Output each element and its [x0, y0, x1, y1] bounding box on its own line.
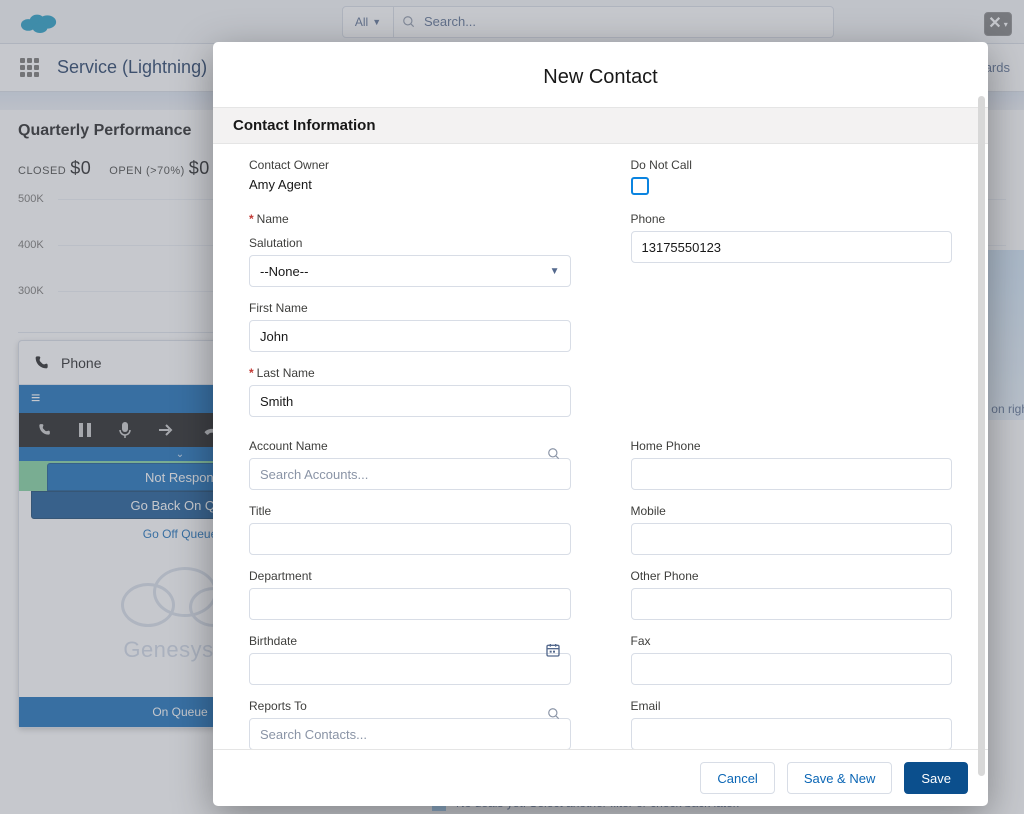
- label-birthdate: Birthdate: [249, 634, 571, 648]
- label-salutation: Salutation: [249, 236, 571, 250]
- label-first-name: First Name: [249, 301, 571, 315]
- label-mobile: Mobile: [631, 504, 953, 518]
- label-contact-owner: Contact Owner: [249, 158, 571, 172]
- label-other-phone: Other Phone: [631, 569, 953, 583]
- email-input[interactable]: [631, 718, 953, 749]
- label-do-not-call: Do Not Call: [631, 158, 953, 172]
- value-contact-owner: Amy Agent: [249, 177, 571, 192]
- section-contact-information: Contact Information: [213, 107, 988, 144]
- title-input[interactable]: [249, 523, 571, 555]
- label-account-name: Account Name: [249, 439, 571, 453]
- contact-form: Contact Owner Amy Agent Do Not Call Name: [213, 144, 988, 749]
- save-and-new-button[interactable]: Save & New: [787, 762, 893, 794]
- salutation-value: --None--: [260, 264, 308, 279]
- modal-footer: Cancel Save & New Save: [213, 749, 988, 806]
- mobile-input[interactable]: [631, 523, 953, 555]
- label-department: Department: [249, 569, 571, 583]
- modal-title: New Contact: [213, 42, 988, 107]
- label-home-phone: Home Phone: [631, 439, 953, 453]
- salutation-select[interactable]: --None-- ▼: [249, 255, 571, 287]
- fax-input[interactable]: [631, 653, 953, 685]
- save-button[interactable]: Save: [904, 762, 968, 794]
- label-email: Email: [631, 699, 953, 713]
- first-name-input[interactable]: [249, 320, 571, 352]
- birthdate-input[interactable]: [249, 653, 571, 685]
- label-phone: Phone: [631, 212, 953, 226]
- new-contact-modal: New Contact Contact Information Contact …: [213, 42, 988, 806]
- label-name: Name: [249, 212, 571, 226]
- cancel-button[interactable]: Cancel: [700, 762, 774, 794]
- account-lookup-input[interactable]: [249, 458, 571, 490]
- label-reports-to: Reports To: [249, 699, 571, 713]
- home-phone-input[interactable]: [631, 458, 953, 490]
- phone-input[interactable]: [631, 231, 953, 263]
- modal-scrollbar[interactable]: [978, 96, 985, 776]
- search-icon: [547, 447, 561, 461]
- calendar-icon[interactable]: [545, 642, 561, 658]
- other-phone-input[interactable]: [631, 588, 953, 620]
- last-name-input[interactable]: [249, 385, 571, 417]
- search-icon: [547, 707, 561, 721]
- reports-to-lookup-input[interactable]: [249, 718, 571, 749]
- department-input[interactable]: [249, 588, 571, 620]
- chevron-down-icon: ▼: [550, 266, 560, 277]
- do-not-call-checkbox[interactable]: [631, 177, 649, 195]
- label-title: Title: [249, 504, 571, 518]
- label-fax: Fax: [631, 634, 953, 648]
- label-last-name: Last Name: [249, 366, 571, 380]
